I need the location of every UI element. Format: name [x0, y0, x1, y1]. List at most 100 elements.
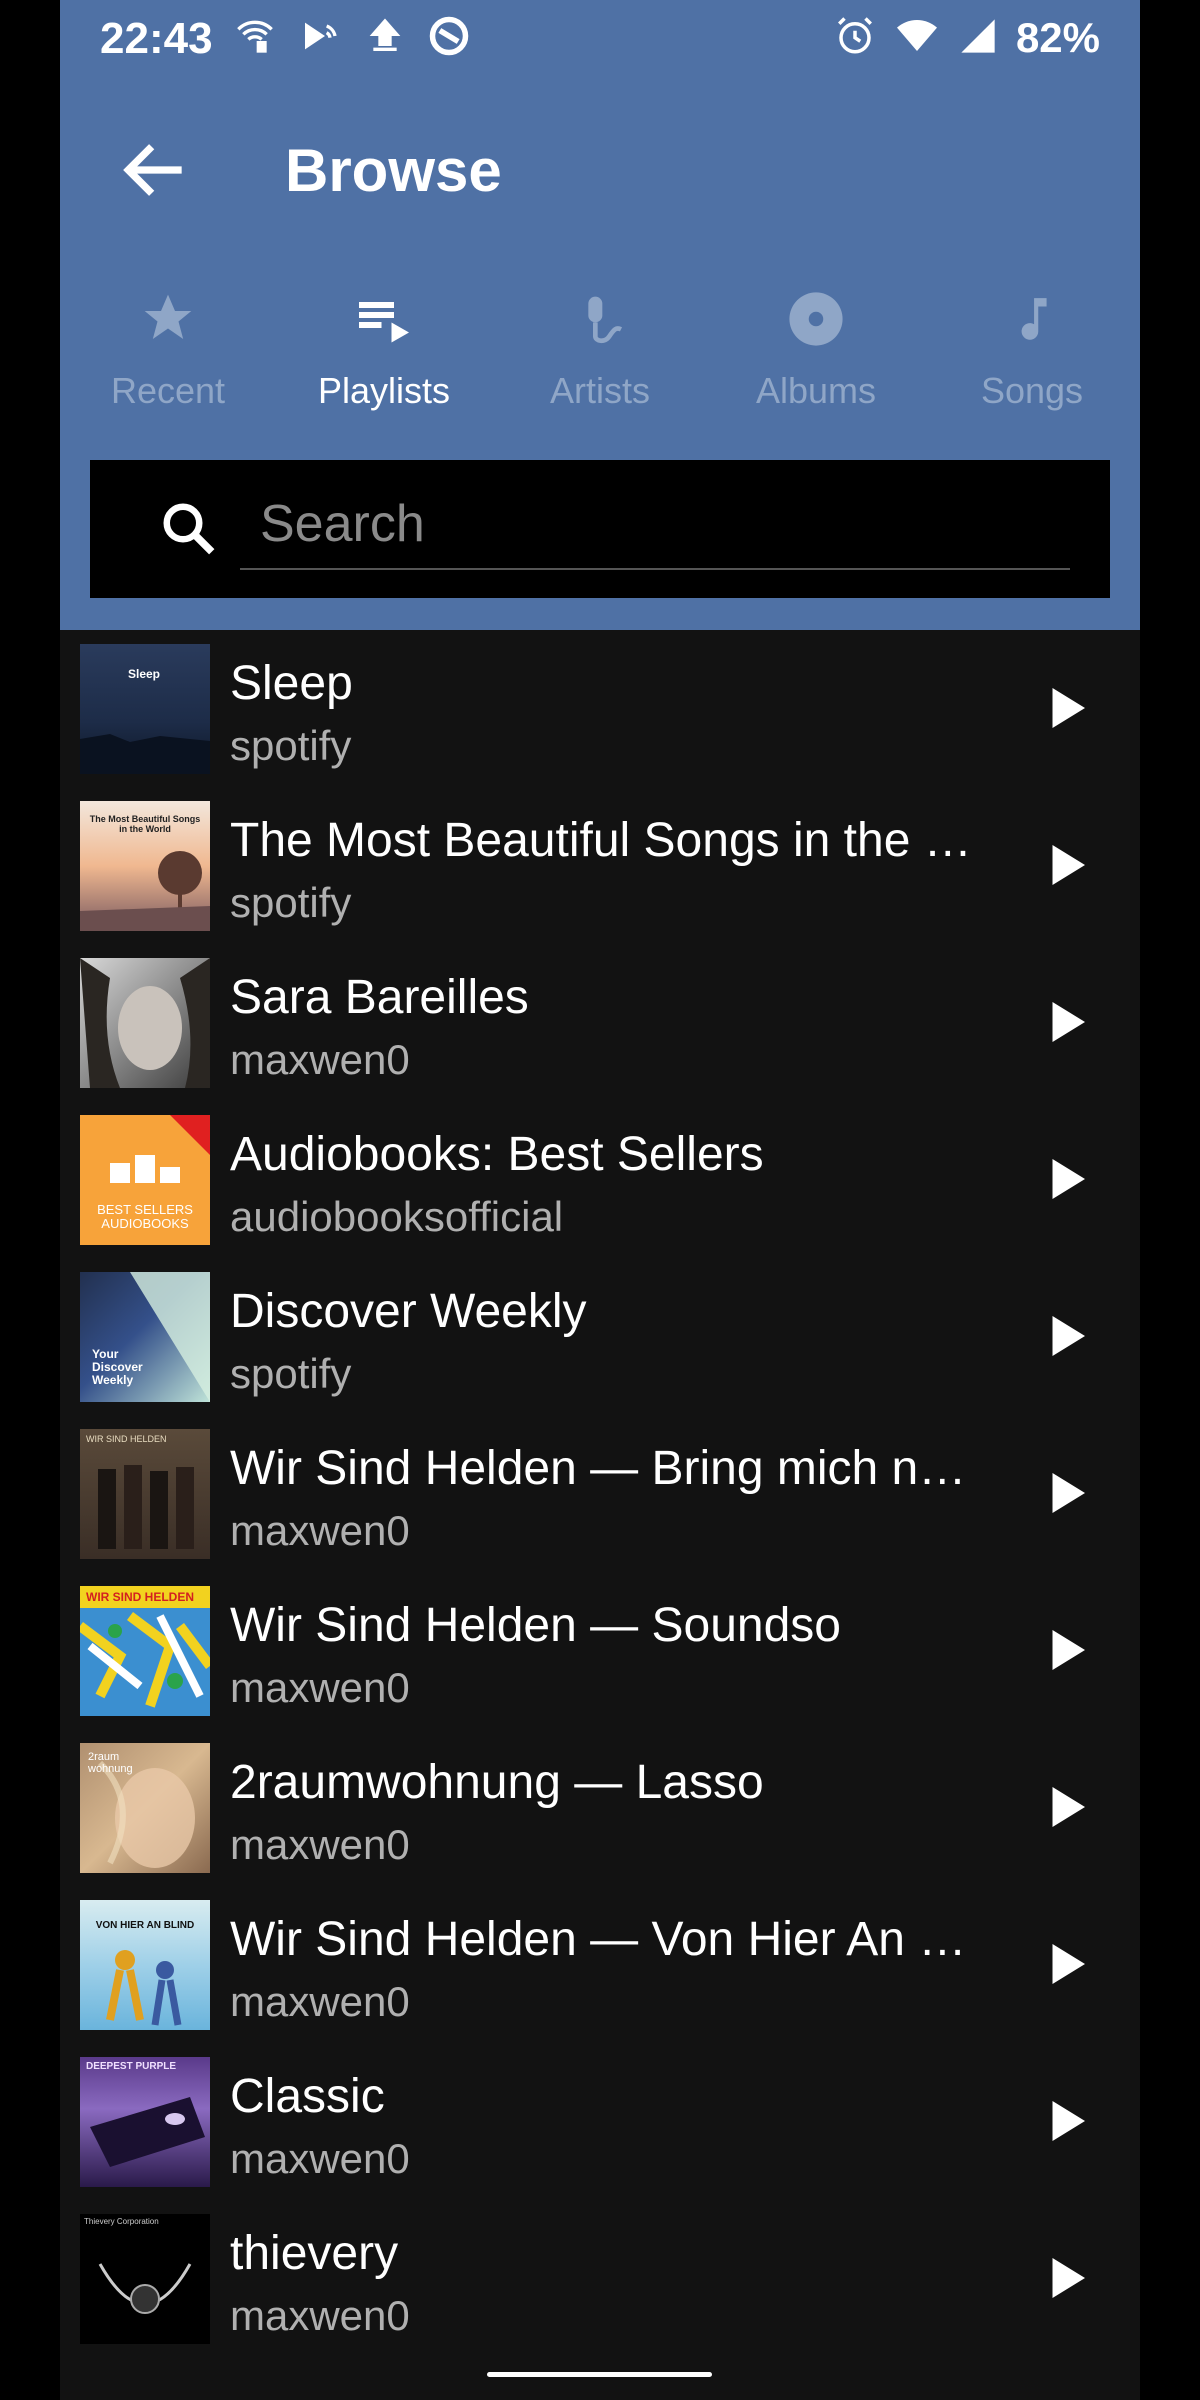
- play-button[interactable]: [1035, 2091, 1095, 2151]
- playlist-title: Audiobooks: Best Sellers: [230, 1128, 764, 1181]
- play-icon: [1052, 1159, 1085, 1199]
- music-note-icon: [1021, 298, 1047, 340]
- list-item[interactable]: DEEPEST PURPLE Classic maxwen0: [60, 2043, 1140, 2200]
- play-icon: [1052, 1787, 1085, 1827]
- upload-icon: [365, 16, 405, 61]
- play-icon: [1052, 845, 1085, 885]
- tab-label: Artists: [549, 370, 650, 411]
- microphone-icon: [588, 296, 623, 344]
- arrow-back-icon: [123, 144, 182, 196]
- play-button[interactable]: [1035, 1934, 1095, 1994]
- playlist-icon: [359, 302, 409, 343]
- playlist-cover: WIR SIND HELDEN: [80, 1586, 210, 1716]
- play-button[interactable]: [1035, 1620, 1095, 1680]
- play-button[interactable]: [1035, 1306, 1095, 1366]
- wifi-icon: [894, 16, 940, 61]
- tab-label: Songs: [980, 370, 1084, 411]
- play-button[interactable]: [1035, 2248, 1095, 2308]
- search-input[interactable]: [240, 480, 1070, 570]
- cover-text: Sleep: [128, 667, 161, 681]
- battery-level: 82%: [1015, 14, 1100, 61]
- playlist-cover: DEEPEST PURPLE: [80, 2057, 210, 2187]
- playlist-cover: WIR SIND HELDEN: [80, 1429, 210, 1559]
- play-icon: [1052, 1630, 1085, 1670]
- list-item[interactable]: WIR SIND HELDEN Wir Sind Helden — Sounds…: [60, 1572, 1140, 1729]
- status-bar: 22:43 82%: [60, 0, 1140, 80]
- tab-playlists[interactable]: Playlists: [276, 270, 492, 420]
- play-button[interactable]: [1035, 835, 1095, 895]
- play-button[interactable]: [1035, 1777, 1095, 1837]
- playlist-owner: maxwen0: [230, 1821, 410, 1868]
- cover-text: DEEPEST PURPLE: [86, 2061, 177, 2072]
- tab-artists[interactable]: Artists: [492, 270, 708, 420]
- cover-text: WIR SIND HELDEN: [86, 1434, 167, 1444]
- list-item[interactable]: BEST SELLERS AUDIOBOOKS Audiobooks: Best…: [60, 1101, 1140, 1258]
- list-item[interactable]: Sleep Sleep spotify: [60, 630, 1140, 787]
- app-screen: 22:43 82% Browse Recent Playlists Artist…: [60, 0, 1140, 2400]
- playlist-owner: spotify: [230, 722, 352, 769]
- list-item[interactable]: Thievery Corporation thievery maxwen0: [60, 2200, 1140, 2357]
- playlist-owner: maxwen0: [230, 2292, 410, 2339]
- search-bar: [90, 460, 1110, 598]
- cover-text: Your Discover Weekly: [92, 1347, 143, 1388]
- play-icon: [1052, 688, 1085, 728]
- page-title: Browse: [285, 137, 502, 204]
- playlist-owner: maxwen0: [230, 1664, 410, 1711]
- tab-albums[interactable]: Albums: [708, 270, 924, 420]
- play-button[interactable]: [1035, 1149, 1095, 1209]
- signal-icon: [958, 16, 998, 61]
- wifi-calling-icon: [235, 16, 275, 61]
- list-item[interactable]: WIR SIND HELDEN Wir Sind Helden — Bring …: [60, 1415, 1140, 1572]
- playlist-cover: The Most Beautiful Songs in the World: [80, 801, 210, 931]
- playlist-cover: VON HIER AN BLIND: [80, 1900, 210, 2030]
- list-item[interactable]: Sara Bareilles maxwen0: [60, 944, 1140, 1101]
- search-icon[interactable]: [158, 498, 218, 558]
- play-icon: [1052, 2101, 1085, 2141]
- playlist-owner: spotify: [230, 879, 352, 926]
- playlist-owner: maxwen0: [230, 1978, 410, 2025]
- browse-tabs: Recent Playlists Artists Albums Songs: [60, 270, 1140, 420]
- cast-icon: [297, 16, 343, 61]
- playlist-title: thievery: [230, 2227, 399, 2280]
- list-item[interactable]: 2raum wohnung 2raumwohnung — Lasso maxwe…: [60, 1729, 1140, 1886]
- cover-text: BEST SELLERS AUDIOBOOKS: [97, 1202, 193, 1232]
- status-notifications: [235, 14, 471, 63]
- playlist-title: 2raumwohnung — Lasso: [230, 1756, 764, 1809]
- gesture-nav-handle[interactable]: [487, 2372, 712, 2377]
- play-icon: [1052, 1316, 1085, 1356]
- list-item[interactable]: VON HIER AN BLIND Wir Sind Helden — Von …: [60, 1886, 1140, 2043]
- playlist-title: Sara Bareilles: [230, 971, 529, 1024]
- playlist-owner: maxwen0: [230, 1036, 410, 1083]
- playlist-owner: audiobooksofficial: [230, 1193, 564, 1240]
- cover-text: WIR SIND HELDEN: [86, 1590, 194, 1604]
- tab-label: Albums: [755, 370, 877, 411]
- play-button[interactable]: [1035, 678, 1095, 738]
- status-time: 22:43: [100, 14, 213, 63]
- status-system: 82%: [834, 14, 1100, 62]
- alarm-icon: [834, 15, 876, 62]
- play-icon: [1052, 1944, 1085, 1984]
- playlist-cover: BEST SELLERS AUDIOBOOKS: [80, 1115, 210, 1245]
- playlist-cover: Thievery Corporation: [80, 2214, 210, 2344]
- play-button[interactable]: [1035, 1463, 1095, 1523]
- playlist-title: Sleep: [230, 657, 353, 710]
- playlist-list: Sleep Sleep spotify The Most Beautiful S…: [60, 630, 1140, 2357]
- playlist-title: Wir Sind Helden — Soundso: [230, 1599, 841, 1652]
- app-header: 22:43 82% Browse Recent Playlists Artist…: [60, 0, 1140, 630]
- play-button[interactable]: [1035, 992, 1095, 1052]
- cover-text: The Most Beautiful Songs in the World: [89, 814, 201, 834]
- playlist-owner: maxwen0: [230, 1507, 410, 1554]
- play-icon: [1052, 1473, 1085, 1513]
- disc-icon: [789, 292, 843, 346]
- cover-text: Thievery Corporation: [84, 2217, 159, 2226]
- playlist-title: The Most Beautiful Songs in the World: [230, 814, 990, 867]
- list-item[interactable]: Your Discover Weekly Discover Weekly spo…: [60, 1258, 1140, 1415]
- back-button[interactable]: [115, 130, 195, 210]
- tab-recent[interactable]: Recent: [60, 270, 276, 420]
- list-item[interactable]: The Most Beautiful Songs in the World Th…: [60, 787, 1140, 944]
- playlist-cover: Your Discover Weekly: [80, 1272, 210, 1402]
- tab-songs[interactable]: Songs: [924, 270, 1140, 420]
- play-icon: [1052, 2258, 1085, 2298]
- playlist-title: Wir Sind Helden — Bring mich nach Hause: [230, 1442, 990, 1495]
- sync-icon: [427, 14, 471, 63]
